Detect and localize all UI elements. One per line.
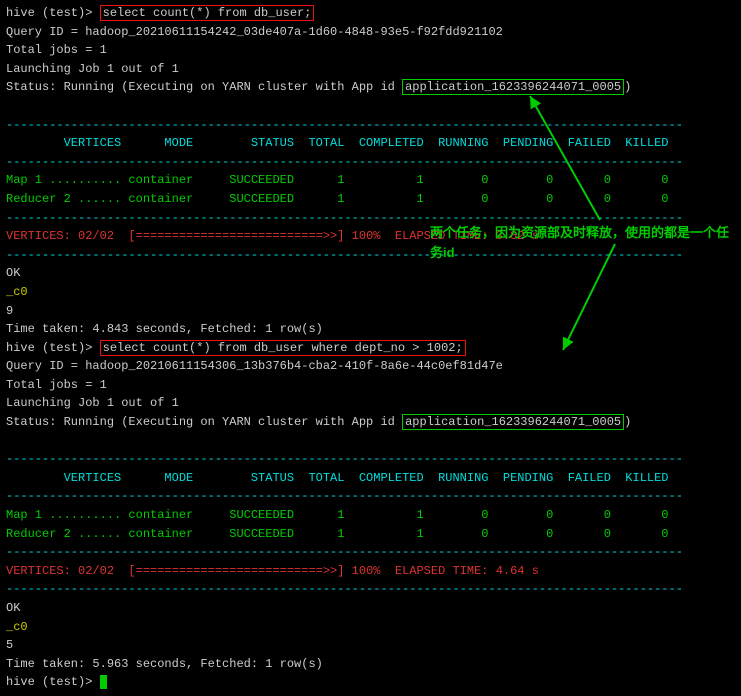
- q2-progress-suffix: 100% ELAPSED TIME: 4.64 s: [344, 564, 538, 578]
- q1-ok: OK: [6, 264, 735, 283]
- q2-time: Time taken: 5.963 seconds, Fetched: 1 ro…: [6, 655, 735, 674]
- q1-progress-bar: [==========================>>]: [128, 229, 344, 243]
- q1-prompt-line: hive (test)> select count(*) from db_use…: [6, 4, 735, 23]
- q2-status-line: Status: Running (Executing on YARN clust…: [6, 413, 735, 432]
- q1-prompt: hive (test)>: [6, 6, 100, 20]
- q2-progress-line: VERTICES: 02/02 [=======================…: [6, 562, 735, 581]
- annotation-text: 两个任务，因为资源部及时释放，使用的都是一个任务id: [430, 223, 735, 263]
- q2-prompt-line: hive (test)> select count(*) from db_use…: [6, 339, 735, 358]
- q1-time: Time taken: 4.843 seconds, Fetched: 1 ro…: [6, 320, 735, 339]
- q2-app-id: application_1623396244071_0005: [402, 414, 624, 430]
- q2-next-prompt-line[interactable]: hive (test)>: [6, 673, 735, 692]
- q2-query-id: Query ID = hadoop_20210611154306_13b376b…: [6, 357, 735, 376]
- q1-val: 9: [6, 302, 735, 321]
- cursor-icon: [100, 675, 107, 689]
- q1-app-id: application_1623396244071_0005: [402, 79, 624, 95]
- q1-dash-top: ----------------------------------------…: [6, 116, 735, 135]
- q1-col: _c0: [6, 283, 735, 302]
- q2-ok: OK: [6, 599, 735, 618]
- q2-next-prompt: hive (test)>: [6, 675, 92, 689]
- q2-row-1: Reducer 2 ...... container SUCCEEDED 1 1…: [6, 525, 735, 544]
- q1-total-jobs: Total jobs = 1: [6, 41, 735, 60]
- q1-status-prefix: Status: Running (Executing on YARN clust…: [6, 80, 402, 94]
- q2-col: _c0: [6, 618, 735, 637]
- q1-row-1: Reducer 2 ...... container SUCCEEDED 1 1…: [6, 190, 735, 209]
- q2-dash-top: ----------------------------------------…: [6, 450, 735, 469]
- q1-sql: select count(*) from db_user;: [100, 5, 315, 21]
- q2-launching: Launching Job 1 out of 1: [6, 394, 735, 413]
- q2-dash-end: ----------------------------------------…: [6, 580, 735, 599]
- q1-query-id: Query ID = hadoop_20210611154242_03de407…: [6, 23, 735, 42]
- q2-total-jobs: Total jobs = 1: [6, 376, 735, 395]
- q2-dash-bot: ----------------------------------------…: [6, 543, 735, 562]
- q2-dash-mid: ----------------------------------------…: [6, 487, 735, 506]
- q1-status-line: Status: Running (Executing on YARN clust…: [6, 78, 735, 97]
- q2-header: VERTICES MODE STATUS TOTAL COMPLETED RUN…: [6, 469, 735, 488]
- q1-dash-mid: ----------------------------------------…: [6, 153, 735, 172]
- q1-status-suffix: ): [624, 80, 631, 94]
- q2-status-prefix: Status: Running (Executing on YARN clust…: [6, 415, 402, 429]
- q2-status-suffix: ): [624, 415, 631, 429]
- q2-prompt: hive (test)>: [6, 341, 100, 355]
- q1-launching: Launching Job 1 out of 1: [6, 60, 735, 79]
- q2-progress-bar: [==========================>>]: [128, 564, 344, 578]
- q1-row-0: Map 1 .......... container SUCCEEDED 1 1…: [6, 171, 735, 190]
- q2-row-0: Map 1 .......... container SUCCEEDED 1 1…: [6, 506, 735, 525]
- q2-vertices-label: VERTICES: 02/02: [6, 564, 128, 578]
- q1-vertices-label: VERTICES: 02/02: [6, 229, 128, 243]
- q1-header: VERTICES MODE STATUS TOTAL COMPLETED RUN…: [6, 134, 735, 153]
- q2-sql: select count(*) from db_user where dept_…: [100, 340, 466, 356]
- q2-val: 5: [6, 636, 735, 655]
